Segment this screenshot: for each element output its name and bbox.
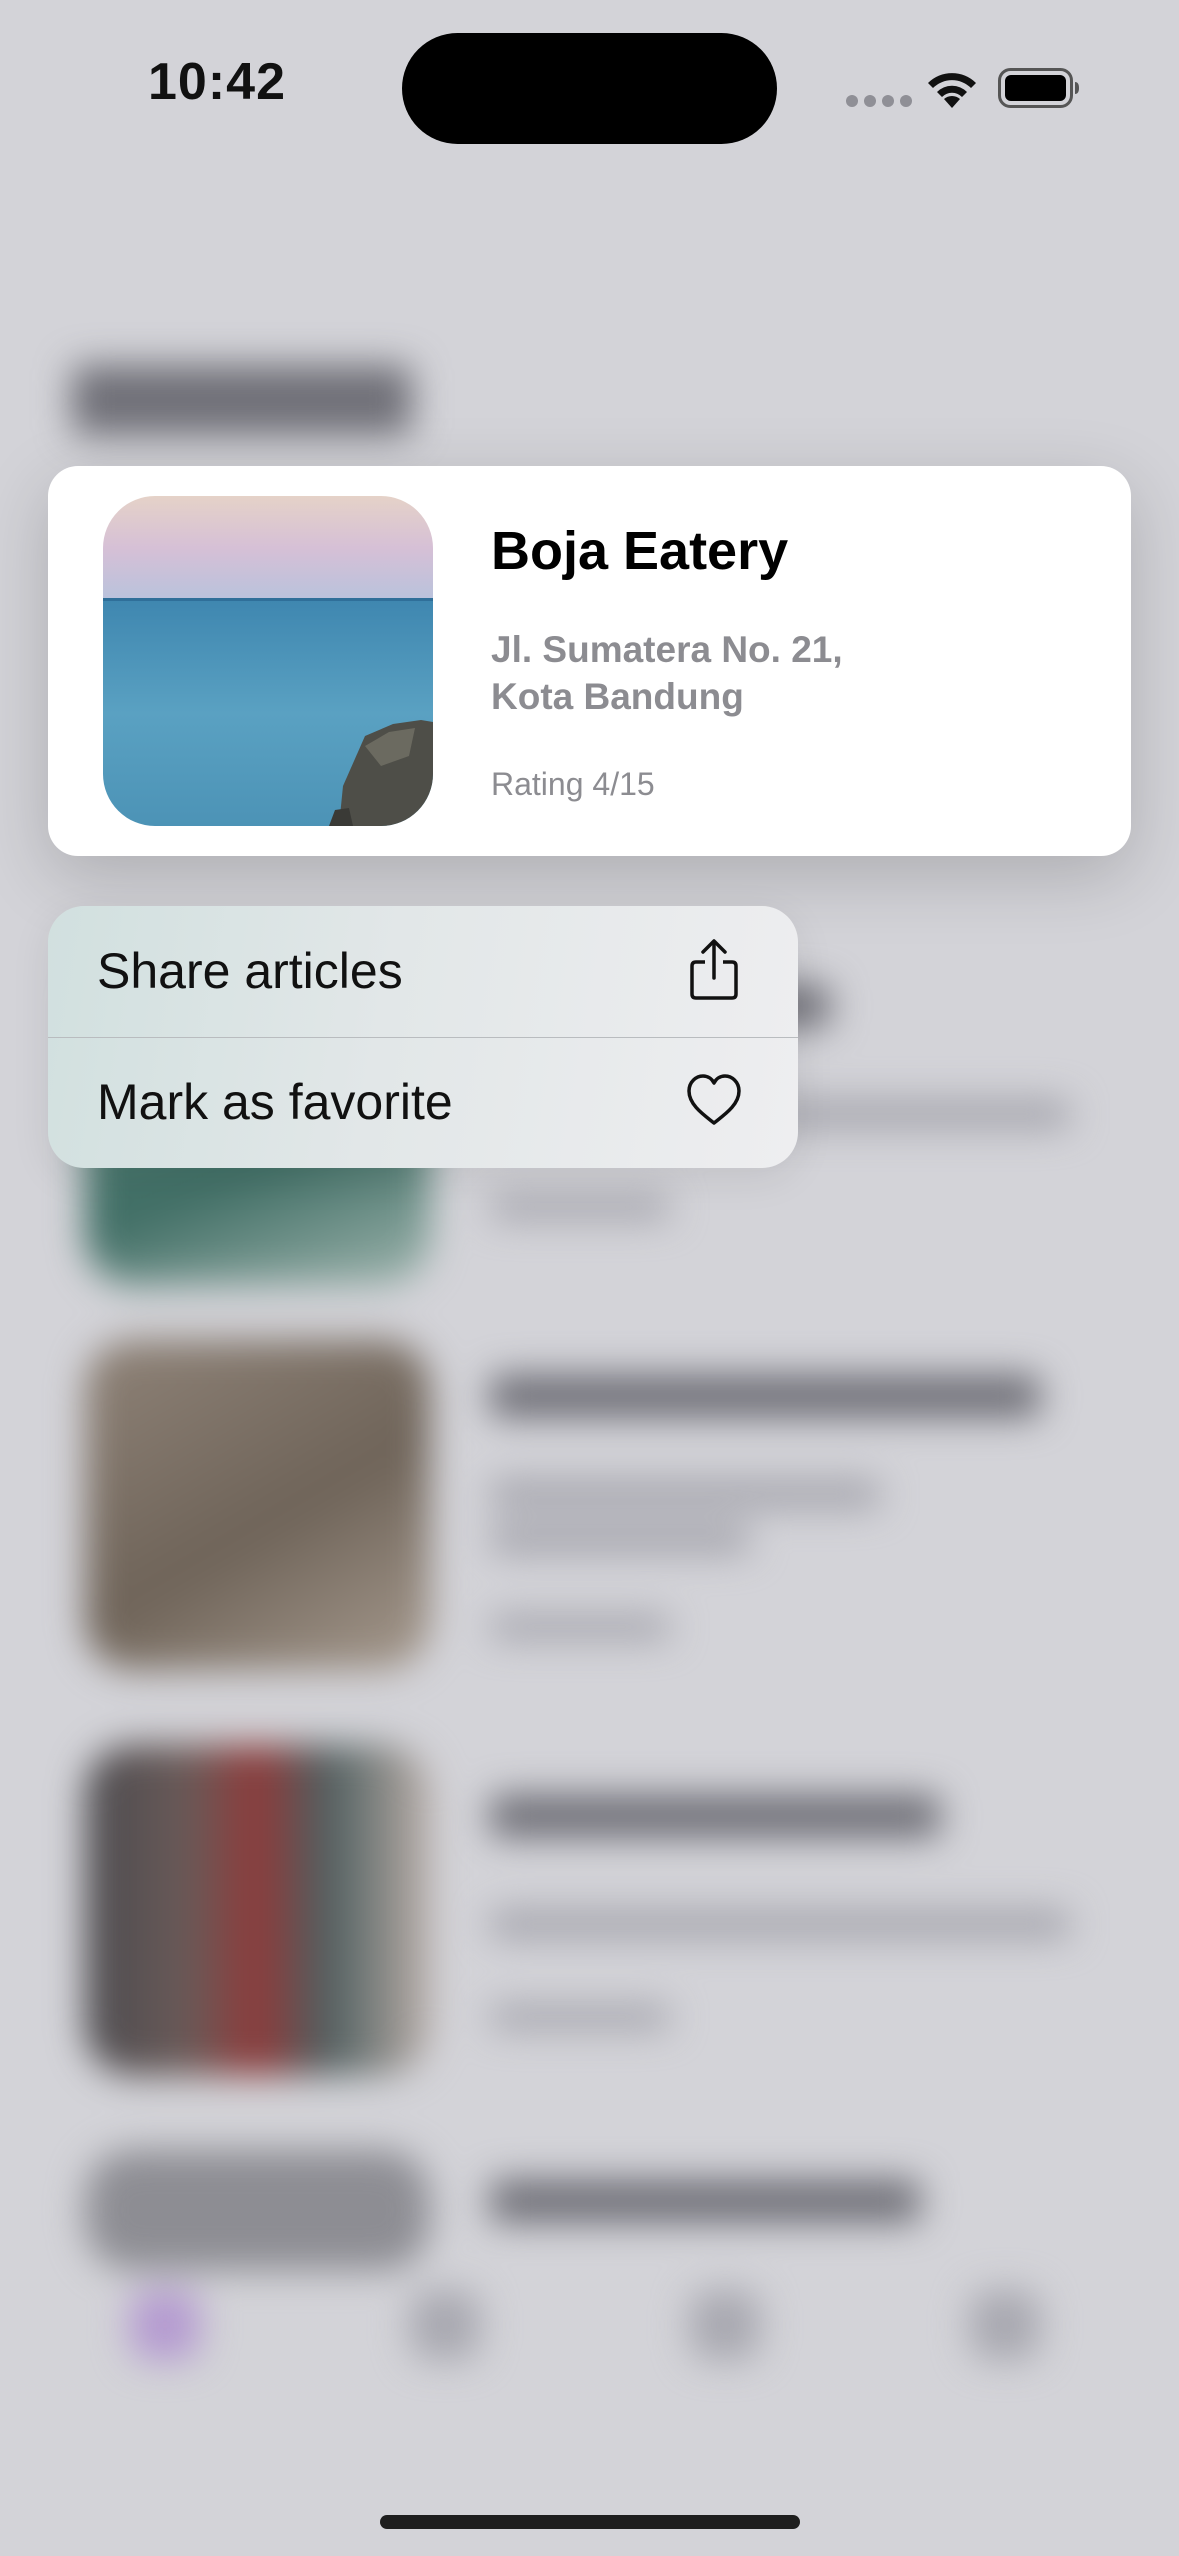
share-articles-menu-item[interactable]: Share articles [48,906,798,1038]
restaurant-thumbnail [103,496,433,826]
wifi-icon [928,73,976,108]
bg-line [490,1375,1040,1417]
share-icon [690,939,738,1000]
heart-icon [687,1074,741,1125]
bg-line [490,1615,670,1639]
bg-page-title [72,365,412,435]
battery-icon [998,68,1079,108]
bg-tab-icon [970,2290,1040,2360]
bg-line [490,1910,1070,1938]
bg-thumb-2 [85,1340,430,1670]
dynamic-island [402,33,777,144]
bg-thumb-3 [85,1745,430,2075]
signal-dots-icon [846,95,912,107]
bg-line [490,2005,670,2029]
restaurant-preview-card[interactable]: Boja Eatery Jl. Sumatera No. 21, Kota Ba… [48,466,1131,856]
restaurant-address: Jl. Sumatera No. 21, Kota Bandung [491,626,1051,720]
bg-line [490,2180,920,2222]
ocean-image [103,496,433,826]
bg-thumb-4 [85,2150,430,2270]
bg-tab-icon [130,2290,200,2360]
mark-as-favorite-menu-item[interactable]: Mark as favorite [48,1037,798,1168]
bg-line [490,1195,670,1219]
context-menu: Share articles Mark as favorite [48,906,798,1168]
address-line-1: Jl. Sumatera No. 21, [491,629,843,670]
home-indicator[interactable] [380,2515,800,2529]
bg-line [490,1525,750,1553]
bg-tab-icon [690,2290,760,2360]
restaurant-rating: Rating 4/15 [491,766,655,802]
menu-item-label: Share articles [97,943,403,999]
menu-item-label: Mark as favorite [97,1074,453,1130]
bg-tab-icon [410,2290,480,2360]
bg-line [490,1795,940,1837]
address-line-2: Kota Bandung [491,676,744,717]
status-time: 10:42 [148,53,286,111]
bg-line [490,1480,880,1508]
restaurant-name: Boja Eatery [491,521,789,581]
blurred-background [0,0,1179,2556]
